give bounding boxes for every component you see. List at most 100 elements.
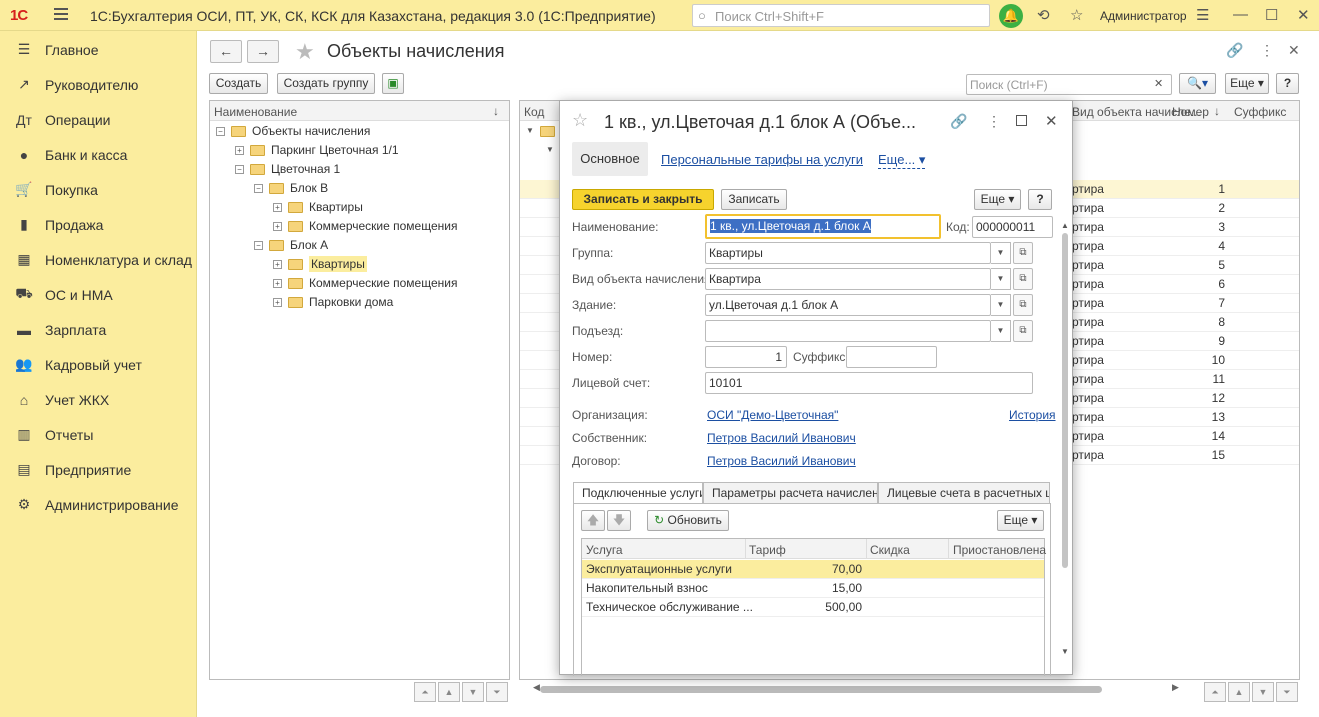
subtab-calc-params[interactable]: Параметры расчета начислен... [703, 482, 878, 504]
expand-icon[interactable]: + [273, 222, 282, 232]
group-field[interactable]: Квартиры [705, 242, 991, 264]
move-down-icon[interactable]: 🡇 [607, 510, 631, 531]
form-vscrollbar[interactable] [1062, 233, 1068, 568]
tab-more[interactable]: Еще... ▾ [878, 152, 926, 169]
form-scroll-down-icon[interactable]: ▼ [1061, 647, 1069, 656]
history-icon[interactable]: ⟲ [1037, 6, 1050, 24]
collapse-icon[interactable]: − [216, 127, 225, 137]
collapse-icon[interactable]: − [254, 241, 263, 251]
form-scroll-up-icon[interactable]: ▲ [1061, 221, 1069, 230]
entrance-field[interactable] [705, 320, 991, 342]
main-menu-icon[interactable] [54, 8, 68, 20]
notifications-bell-icon[interactable]: 🔔 [999, 4, 1023, 28]
account-field[interactable]: 10101 [705, 372, 1033, 394]
list-up-icon[interactable]: ▲ [1228, 682, 1250, 702]
maximize-icon[interactable]: ☐ [1265, 6, 1278, 24]
expand-icon[interactable]: + [273, 203, 282, 213]
name-field[interactable]: 1 кв., ул.Цветочая д.1 блок А [705, 214, 941, 239]
services-more-button[interactable]: Еще ▾ [997, 510, 1044, 531]
scroll-right-icon[interactable]: ▶ [1172, 682, 1179, 693]
tree-node[interactable]: + Квартиры [273, 198, 363, 217]
owner-link[interactable]: Петров Василий Иванович [707, 431, 856, 445]
list-search-input[interactable]: Поиск (Ctrl+F) [966, 74, 1172, 95]
form-more-icon[interactable]: ⋮ [987, 113, 1001, 130]
entrance-dropdown-icon[interactable]: ▼ [991, 320, 1011, 342]
form-link-icon[interactable]: 🔗 [950, 113, 967, 130]
create-button[interactable]: Создать [209, 73, 268, 94]
services-row[interactable]: Накопительный взнос 15,00 [582, 579, 1044, 598]
save-and-close-button[interactable]: Записать и закрыть [572, 189, 714, 210]
form-close-icon[interactable]: ✕ [1045, 112, 1058, 130]
building-dropdown-icon[interactable]: ▼ [991, 294, 1011, 316]
list-down-icon[interactable]: ▼ [1252, 682, 1274, 702]
minimize-icon[interactable]: — [1233, 6, 1248, 23]
tree-first-icon[interactable]: ⏶ [414, 682, 436, 702]
collapse-icon[interactable]: − [254, 184, 263, 194]
forward-button[interactable]: → [247, 40, 279, 63]
list-last-icon[interactable]: ⏷ [1276, 682, 1298, 702]
tree-node[interactable]: − Объекты начисления [216, 122, 370, 141]
list-first-icon[interactable]: ⏶ [1204, 682, 1226, 702]
close-page-icon[interactable]: ✕ [1288, 42, 1300, 59]
form-favorite-star-icon[interactable]: ☆ [572, 110, 588, 131]
services-row[interactable]: Эксплуатационные услуги 70,00 [582, 560, 1044, 579]
favorite-star-icon[interactable]: ★ [295, 39, 315, 65]
sidebar-item[interactable]: Дт Операции [0, 102, 197, 137]
clear-search-icon[interactable]: ✕ [1154, 77, 1163, 90]
org-link[interactable]: ОСИ "Демо-Цветочная" [707, 408, 838, 422]
add-document-icon[interactable]: ▣ [382, 73, 404, 94]
group-open-icon[interactable]: ⧉ [1013, 242, 1033, 264]
collapse-icon[interactable]: − [235, 165, 244, 175]
tree-header[interactable]: Наименование ↓ [210, 101, 509, 121]
group-dropdown-icon[interactable]: ▼ [991, 242, 1011, 264]
expand-icon[interactable]: + [273, 279, 282, 289]
history-link[interactable]: История [1009, 408, 1056, 422]
expand-icon[interactable]: + [235, 146, 244, 156]
sidebar-item[interactable]: ⚙ Администрирование [0, 487, 197, 522]
settings-menu-icon[interactable]: ☰ [1196, 6, 1209, 24]
tree-node[interactable]: + Парковки дома [273, 293, 393, 312]
contract-link[interactable]: Петров Василий Иванович [707, 454, 856, 468]
tree-node[interactable]: + Коммерческие помещения [273, 217, 457, 236]
sidebar-item[interactable]: ▥ Отчеты [0, 417, 197, 452]
tree-last-icon[interactable]: ⏷ [486, 682, 508, 702]
kind-field[interactable]: Квартира [705, 268, 991, 290]
tree-node[interactable]: + Квартиры [273, 255, 367, 274]
save-button[interactable]: Записать [721, 189, 787, 210]
sidebar-item[interactable]: ▮ Продажа [0, 207, 197, 242]
sidebar-item[interactable]: ⌂ Учет ЖКХ [0, 382, 197, 417]
sidebar-item[interactable]: ▦ Номенклатура и склад [0, 242, 197, 277]
create-group-button[interactable]: Создать группу [277, 73, 375, 94]
subtab-services[interactable]: Подключенные услуги [573, 482, 703, 504]
kind-dropdown-icon[interactable]: ▼ [991, 268, 1011, 290]
scroll-left-icon[interactable]: ◀ [533, 682, 540, 693]
refresh-button[interactable]: ↻ Обновить [647, 510, 729, 531]
building-open-icon[interactable]: ⧉ [1013, 294, 1033, 316]
favorites-star-icon[interactable]: ☆ [1070, 6, 1083, 24]
search-options-button[interactable]: 🔍▾ [1179, 73, 1216, 94]
tab-personal-tariffs[interactable]: Персональные тарифы на услуги [661, 152, 863, 167]
sidebar-item[interactable]: ↗ Руководителю [0, 67, 197, 102]
sidebar-item[interactable]: ⛟ ОС и НМА [0, 277, 197, 312]
code-field[interactable]: 000000011 [972, 216, 1053, 238]
link-icon[interactable]: 🔗 [1226, 42, 1243, 59]
current-user[interactable]: Администратор [1100, 9, 1187, 23]
suffix-field[interactable] [846, 346, 937, 368]
more-actions-icon[interactable]: ⋮ [1260, 42, 1274, 59]
list-help-button[interactable]: ? [1276, 73, 1299, 94]
form-maximize-icon[interactable] [1016, 115, 1027, 126]
tree-node[interactable]: + Паркинг Цветочная 1/1 [235, 141, 399, 160]
expand-icon[interactable]: + [273, 260, 282, 270]
global-search-input[interactable]: ○ Поиск Ctrl+Shift+F [692, 4, 990, 27]
sidebar-item[interactable]: ▬ Зарплата [0, 312, 197, 347]
entrance-open-icon[interactable]: ⧉ [1013, 320, 1033, 342]
move-up-icon[interactable]: 🡅 [581, 510, 605, 531]
tree-node[interactable]: − Блок В [254, 179, 328, 198]
kind-open-icon[interactable]: ⧉ [1013, 268, 1033, 290]
tab-main[interactable]: Основное [572, 142, 648, 176]
number-field[interactable]: 1 [705, 346, 787, 368]
form-help-button[interactable]: ? [1028, 189, 1052, 210]
tree-up-icon[interactable]: ▲ [438, 682, 460, 702]
subtab-accounts[interactable]: Лицевые счета в расчетных ц... [878, 482, 1050, 504]
sidebar-item[interactable]: ▤ Предприятие [0, 452, 197, 487]
